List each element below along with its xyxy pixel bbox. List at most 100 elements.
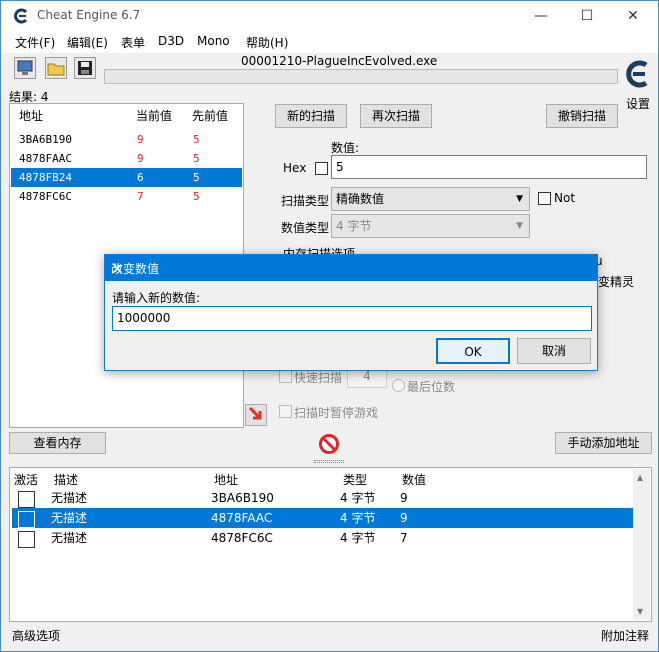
fast-scan-checkbox[interactable] [279,370,292,383]
no-entry-icon[interactable] [318,433,340,455]
menu-mono[interactable]: Mono [197,34,230,48]
entry-type: 4 字节 [340,531,376,545]
window-title: Cheat Engine 6.7 [37,8,141,22]
scan-type-select[interactable]: 精确数值 ▼ [331,187,530,211]
entry-type: 4 字节 [340,511,376,525]
select-process-button[interactable] [14,57,36,79]
chevron-down-icon: ▼ [516,221,523,231]
pause-game-checkbox[interactable] [279,405,292,418]
found-previous-value: 5 [193,171,200,184]
found-current-value: 9 [137,133,144,146]
found-address: 4878FC6C [19,190,72,203]
active-checkbox[interactable] [18,491,35,508]
found-row-selected[interactable]: 4878FB24 6 5 [11,168,242,187]
cheat-table-row-selected[interactable]: 无描述 4878FAAC 4 字节 9 [12,508,633,528]
entry-value: 9 [400,511,408,525]
column-header-previous-value[interactable]: 先前值 [192,104,228,128]
found-previous-value: 5 [193,152,200,165]
table-comments-link[interactable]: 附加注释 [601,627,649,644]
value-type-value: 4 字节 [336,219,372,233]
entry-value: 9 [400,491,408,505]
undo-scan-button[interactable]: 撤销扫描 [546,104,618,128]
add-to-list-button[interactable] [245,404,267,426]
settings-label[interactable]: 设置 [626,95,650,112]
found-row[interactable]: 4878FAAC 9 5 [11,149,242,168]
speedhack-label[interactable]: 变精灵 [598,273,634,290]
fast-scan-label: 快速扫描 [294,371,343,385]
new-scan-button[interactable]: 新的扫描 [275,104,347,128]
add-address-manually-button[interactable]: 手动添加地址 [555,432,652,454]
found-row[interactable]: 4878FC6C 7 5 [11,187,242,206]
dialog-close-icon[interactable]: ✕ [111,260,591,278]
found-address: 4878FB24 [19,171,72,184]
advanced-options-link[interactable]: 高级选项 [12,627,60,644]
new-value-input[interactable]: 1000000 [112,306,592,331]
change-value-dialog: 改变数值 ✕ 请输入新的数值: 1000000 OK 取消 [104,254,598,371]
entry-address: 4878FC6C [211,531,273,545]
column-header-address[interactable]: 地址 [19,104,43,128]
hex-checkbox[interactable] [315,162,328,175]
chevron-down-icon: ▼ [516,194,523,204]
close-button[interactable]: ✕ [610,1,656,31]
cheat-engine-window: Cheat Engine 6.7 — ☐ ✕ 文件(F) 编辑(E) 表单 D3… [0,0,659,652]
view-memory-button[interactable]: 查看内存 [9,432,106,454]
dialog-prompt: 请输入新的数值: [112,291,201,305]
value-type-select[interactable]: 4 字节 ▼ [331,214,530,238]
splitter-handle[interactable] [314,460,344,463]
value-label: 数值: [331,141,360,155]
cheat-engine-logo-icon[interactable] [622,55,652,95]
scan-type-label: 扫描类型 [281,194,330,208]
column-header-address[interactable]: 地址 [214,471,238,488]
found-current-value: 6 [137,171,144,184]
found-address: 4878FAAC [19,152,72,165]
cheat-table-row[interactable]: 无描述 4878FC6C 4 字节 7 [12,528,633,548]
vertical-scrollbar[interactable]: ▲ ▼ [633,469,650,620]
column-header-value[interactable]: 数值 [402,471,426,488]
entry-value: 7 [400,531,408,545]
minimize-button[interactable]: — [518,1,564,31]
last-digits-radio[interactable] [392,379,405,392]
not-label: Not [554,191,576,205]
cheat-engine-app-icon [14,8,28,24]
scroll-up-icon[interactable]: ▲ [637,473,643,482]
menu-d3d[interactable]: D3D [158,34,184,48]
found-row[interactable]: 3BA6B190 9 5 [11,130,242,149]
found-current-value: 9 [137,152,144,165]
hex-label: Hex [283,161,307,175]
dialog-title-bar: 改变数值 ✕ [105,255,597,281]
cheat-table-list[interactable]: 激活 描述 地址 类型 数值 无描述 3BA6B190 4 字节 9 无描述 4… [9,467,652,622]
cancel-button[interactable]: 取消 [517,338,591,364]
next-scan-button[interactable]: 再次扫描 [360,104,432,128]
maximize-button[interactable]: ☐ [564,1,610,31]
entry-description: 无描述 [51,511,88,525]
found-current-value: 7 [137,190,144,203]
menu-table[interactable]: 表单 [121,34,145,51]
column-header-current-value[interactable]: 当前值 [136,104,172,128]
active-checkbox[interactable] [18,511,35,528]
cheat-table-row[interactable]: 无描述 3BA6B190 4 字节 9 [12,488,633,508]
scan-type-value: 精确数值 [336,192,385,206]
save-file-button[interactable] [74,57,96,79]
menu-help[interactable]: 帮助(H) [246,34,288,51]
menu-file[interactable]: 文件(F) [15,34,55,51]
save-disk-icon [78,61,92,75]
found-address: 3BA6B190 [19,133,72,146]
last-digits-label: 最后位数 [407,380,456,394]
open-file-button[interactable] [45,57,67,79]
column-header-active[interactable]: 激活 [14,471,38,488]
status-bar: 高级选项 附加注释 [1,623,658,651]
column-header-description[interactable]: 描述 [54,471,78,488]
column-header-type[interactable]: 类型 [343,471,367,488]
red-arrow-icon [248,406,262,420]
pause-game-label: 扫描时暂停游戏 [294,406,379,420]
active-checkbox[interactable] [18,531,35,548]
value-type-label: 数值类型 [281,221,330,235]
menu-edit[interactable]: 编辑(E) [67,34,108,51]
scan-value-input[interactable]: 5 [331,155,647,179]
open-folder-icon [47,63,65,76]
menu-bar: 文件(F) 编辑(E) 表单 D3D Mono 帮助(H) [1,31,658,53]
not-checkbox[interactable] [538,192,551,205]
entry-address: 3BA6B190 [211,491,274,505]
scroll-down-icon[interactable]: ▼ [637,607,643,616]
ok-button[interactable]: OK [436,338,510,364]
